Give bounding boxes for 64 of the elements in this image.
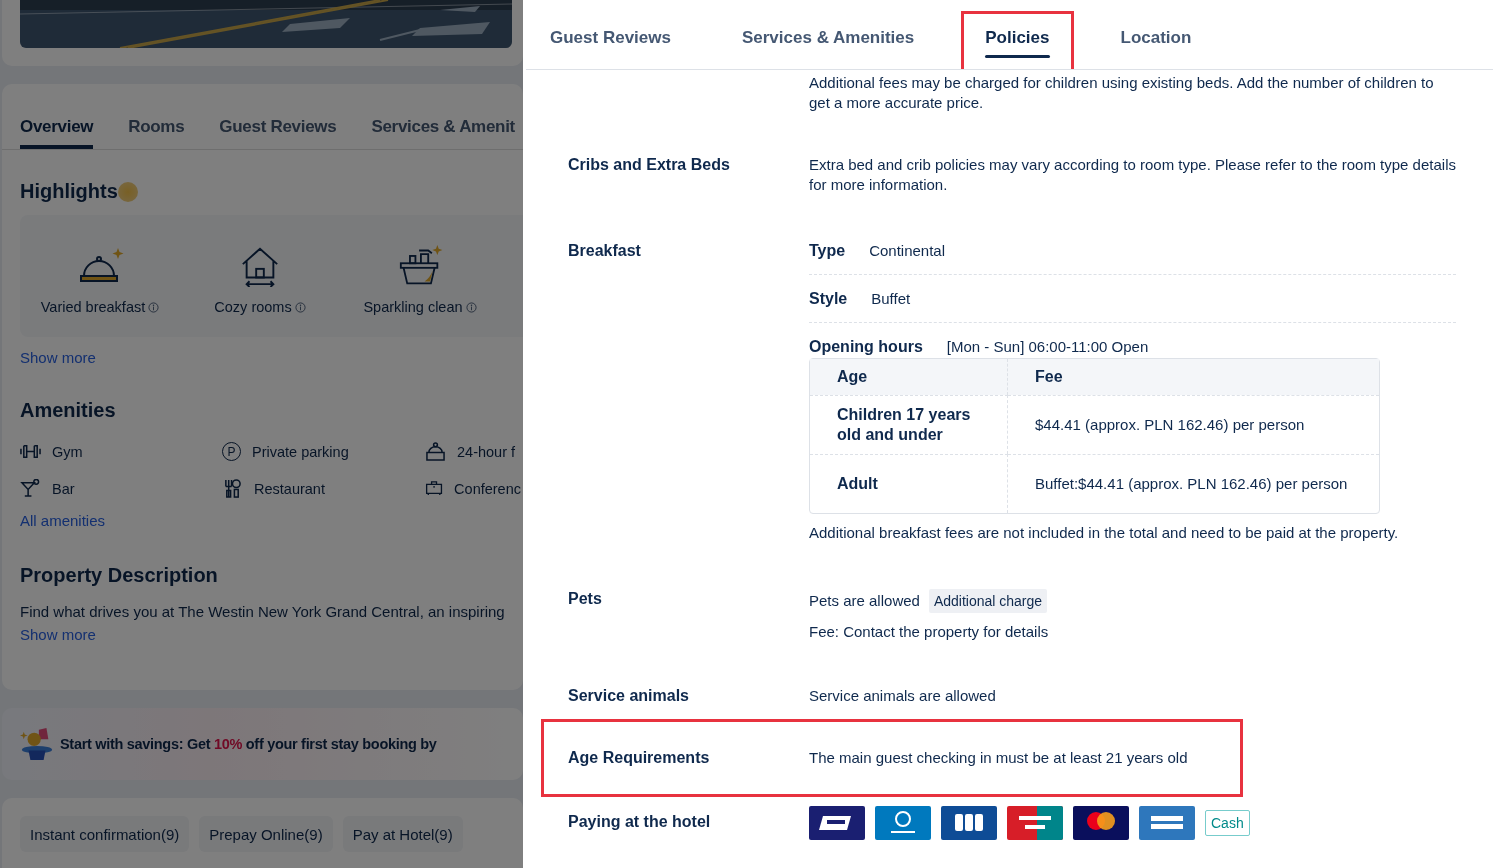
policy-note: Additional breakfast fees are not included in the total and need to be paid at the property. [809,523,1400,543]
info-icon[interactable] [294,301,306,313]
policy-tab[interactable]: Policies [961,11,1074,69]
table-cell: Children 17 years old and under [810,395,1008,454]
policy-label: Age Requirements [568,749,710,766]
section-tab[interactable]: Services & Amenit [371,84,515,149]
magic-hat-icon [20,726,54,762]
policy-text: Pets are allowed [809,591,920,611]
briefcase-icon [425,479,444,498]
policy-text: Service animals are allowed [809,686,997,706]
filter-chip[interactable]: Pay at Hotel(9) [342,816,463,852]
policy-tab[interactable]: Services & Amenities [717,11,939,69]
info-icon[interactable] [148,301,160,313]
fork-knife-icon [222,479,243,498]
policy-text: Fee: Contact the property for details [809,622,1050,642]
section-tab[interactable]: Rooms [128,84,185,149]
promo-text: Start with savings: Get 10% off your first stay booking by [60,736,437,752]
detail-label: Opening hours [809,337,923,357]
all-amenities-link[interactable]: All amenities [20,512,106,529]
table-cell: $44.41 (approx. PLN 162.46) per person [1008,395,1379,454]
charge-tag: Additional charge [928,589,1048,613]
amenity-label: Restaurant [254,480,325,497]
policy-label: Paying at the hotel [568,813,711,830]
section-title: Highlights [20,180,118,203]
column-header: Age [810,359,1008,395]
policy-label: Breakfast [568,242,641,259]
policy-label: Service animals [568,687,689,704]
highlight-label: Sparkling clean [363,299,463,315]
table-cell: Adult [810,454,1008,513]
detail-value: Buffet [871,289,911,309]
policy-text: The main guest checking in must be at least 21 years old [809,748,1189,768]
policy-label: Pets [568,590,602,607]
policy-text: Extra bed and crib policies may vary according to room type. Please refer to the room type details for more information. [809,155,1456,195]
policy-text: Additional fees may be charged for children using existing beds. Add the number of children to get a more accurate price. [809,73,1435,113]
amenity-label: Private parking [252,443,349,460]
show-more-link[interactable]: Show more [20,349,96,366]
highlight-label: Varied breakfast [40,299,146,315]
highlight-label: Cozy rooms [214,299,292,315]
policy-label: Cribs and Extra Beds [568,156,730,173]
column-header: Fee [1008,359,1379,395]
detail-label: Style [809,289,848,309]
section-title: Amenities [20,399,117,422]
info-icon[interactable] [465,301,477,313]
dumbbell-icon [20,442,41,461]
table-cell: Buffet:$44.41 (approx. PLN 162.46) per person [1008,454,1379,513]
filter-chip[interactable]: Instant confirmation(9) [20,816,190,852]
filter-chip[interactable]: Prepay Online(9) [199,816,333,852]
section-tab[interactable]: Overview [20,84,94,149]
detail-value: [Mon - Sun] 06:00-11:00 Open [946,337,1149,357]
section-tab[interactable]: Guest Reviews [219,84,337,149]
cash-label: Cash [1205,810,1250,836]
policy-tab[interactable]: Guest Reviews [526,11,695,69]
amenity-label: Conferenc [454,480,521,497]
amenity-label: Gym [52,443,83,460]
detail-label: Type [809,241,846,261]
reception-bell-icon [425,442,446,461]
amenity-label: 24-hour f [457,443,516,460]
detail-value: Continental [869,241,946,261]
policy-tab[interactable]: Location [1096,11,1216,69]
cocktail-icon [20,479,41,498]
section-title: Property Description [20,564,219,587]
show-more-link[interactable]: Show more [20,626,96,643]
amenity-label: Bar [52,480,75,497]
description-text: Find what drives you at The Westin New York Grand Central, an inspiring [20,603,505,620]
